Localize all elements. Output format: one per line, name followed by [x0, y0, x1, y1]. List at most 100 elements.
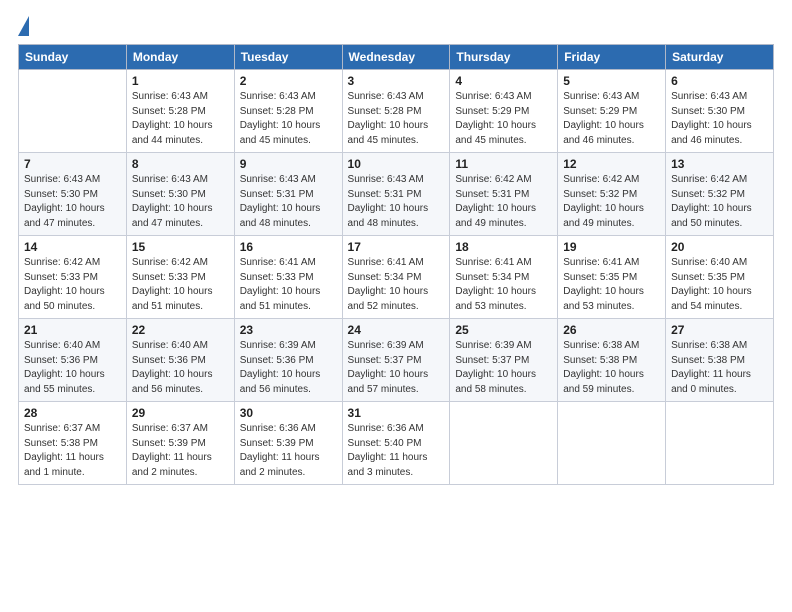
day-number: 6 [671, 74, 768, 88]
calendar-cell [666, 402, 774, 485]
day-info: Sunrise: 6:38 AM Sunset: 5:38 PM Dayligh… [671, 339, 768, 397]
calendar-cell: 1Sunrise: 6:43 AM Sunset: 5:28 PM Daylig… [126, 70, 234, 153]
day-number: 18 [455, 240, 552, 254]
day-number: 14 [24, 240, 121, 254]
calendar-cell: 17 Sunrise: 6:41 AM Sunset: 5:34 PM Dayli… [342, 236, 450, 319]
day-info: Sunrise: 6:38 AM Sunset: 5:38 PM Dayligh… [563, 339, 660, 397]
day-info: Sunrise: 6:43 AM Sunset: 5:30 PM Dayligh… [132, 173, 229, 231]
logo-icon [18, 16, 29, 36]
day-info: Sunrise: 6:43 AM Sunset: 5:30 PM Dayligh… [24, 173, 121, 231]
calendar-header-sunday: Sunday [19, 45, 127, 70]
calendar-header-tuesday: Tuesday [234, 45, 342, 70]
day-info: Sunrise: 6:43 AM Sunset: 5:31 PM Dayligh… [348, 173, 445, 231]
calendar-cell: 14Sunrise: 6:42 AM Sunset: 5:33 PM Dayli… [19, 236, 127, 319]
calendar-cell: 29 Sunrise: 6:37 AM Sunset: 5:39 PM Dayli… [126, 402, 234, 485]
calendar-cell: 7 Sunrise: 6:43 AM Sunset: 5:30 PM Daylig… [19, 153, 127, 236]
calendar-cell: 25Sunrise: 6:39 AM Sunset: 5:37 PM Dayli… [450, 319, 558, 402]
calendar-cell: 31Sunrise: 6:36 AM Sunset: 5:40 PM Dayli… [342, 402, 450, 485]
day-info: Sunrise: 6:41 AM Sunset: 5:34 PM Dayligh… [348, 256, 445, 314]
day-number: 24 [348, 323, 445, 337]
calendar-header-monday: Monday [126, 45, 234, 70]
calendar-cell: 30 Sunrise: 6:36 AM Sunset: 5:39 PM Dayli… [234, 402, 342, 485]
day-number: 16 [240, 240, 337, 254]
day-info: Sunrise: 6:40 AM Sunset: 5:35 PM Dayligh… [671, 256, 768, 314]
day-info: Sunrise: 6:42 AM Sunset: 5:33 PM Dayligh… [132, 256, 229, 314]
day-number: 10 [348, 157, 445, 171]
calendar-cell: 27Sunrise: 6:38 AM Sunset: 5:38 PM Dayli… [666, 319, 774, 402]
day-info: Sunrise: 6:43 AM Sunset: 5:31 PM Dayligh… [240, 173, 337, 231]
day-number: 29 [132, 406, 229, 420]
calendar-cell: 18 Sunrise: 6:41 AM Sunset: 5:34 PM Dayli… [450, 236, 558, 319]
day-info: Sunrise: 6:41 AM Sunset: 5:34 PM Dayligh… [455, 256, 552, 314]
day-number: 1 [132, 74, 229, 88]
day-number: 8 [132, 157, 229, 171]
day-number: 15 [132, 240, 229, 254]
day-info: Sunrise: 6:43 AM Sunset: 5:29 PM Dayligh… [563, 90, 660, 148]
calendar-cell: 16 Sunrise: 6:41 AM Sunset: 5:33 PM Dayli… [234, 236, 342, 319]
day-info: Sunrise: 6:36 AM Sunset: 5:40 PM Dayligh… [348, 422, 445, 480]
calendar-cell: 4 Sunrise: 6:43 AM Sunset: 5:29 PM Daylig… [450, 70, 558, 153]
calendar-cell: 11Sunrise: 6:42 AM Sunset: 5:31 PM Dayli… [450, 153, 558, 236]
calendar-cell: 28 Sunrise: 6:37 AM Sunset: 5:38 PM Dayli… [19, 402, 127, 485]
calendar-header-row: SundayMondayTuesdayWednesdayThursdayFrid… [19, 45, 774, 70]
calendar-cell: 24 Sunrise: 6:39 AM Sunset: 5:37 PM Dayli… [342, 319, 450, 402]
day-number: 26 [563, 323, 660, 337]
day-info: Sunrise: 6:43 AM Sunset: 5:28 PM Dayligh… [240, 90, 337, 148]
calendar-cell [450, 402, 558, 485]
calendar-cell: 19Sunrise: 6:41 AM Sunset: 5:35 PM Dayli… [558, 236, 666, 319]
calendar-week-row: 21 Sunrise: 6:40 AM Sunset: 5:36 PM Dayli… [19, 319, 774, 402]
day-info: Sunrise: 6:39 AM Sunset: 5:37 PM Dayligh… [348, 339, 445, 397]
calendar-cell: 22 Sunrise: 6:40 AM Sunset: 5:36 PM Dayli… [126, 319, 234, 402]
day-number: 22 [132, 323, 229, 337]
calendar-table: SundayMondayTuesdayWednesdayThursdayFrid… [18, 44, 774, 485]
calendar-cell: 10 Sunrise: 6:43 AM Sunset: 5:31 PM Dayli… [342, 153, 450, 236]
calendar-header-thursday: Thursday [450, 45, 558, 70]
day-number: 9 [240, 157, 337, 171]
day-info: Sunrise: 6:36 AM Sunset: 5:39 PM Dayligh… [240, 422, 337, 480]
day-number: 20 [671, 240, 768, 254]
day-number: 21 [24, 323, 121, 337]
day-info: Sunrise: 6:37 AM Sunset: 5:39 PM Dayligh… [132, 422, 229, 480]
day-number: 12 [563, 157, 660, 171]
day-number: 30 [240, 406, 337, 420]
calendar-cell: 21 Sunrise: 6:40 AM Sunset: 5:36 PM Dayli… [19, 319, 127, 402]
calendar-week-row: 1 Sunrise: 6:43 AM Sunset: 5:28 PM Daylig… [19, 70, 774, 153]
calendar-week-row: 14 Sunrise: 6:42 AM Sunset: 5:33 PM Dayli… [19, 236, 774, 319]
day-info: Sunrise: 6:37 AM Sunset: 5:38 PM Dayligh… [24, 422, 121, 480]
calendar-header-friday: Friday [558, 45, 666, 70]
calendar-cell: 20 Sunrise: 6:40 AM Sunset: 5:35 PM Dayli… [666, 236, 774, 319]
day-info: Sunrise: 6:43 AM Sunset: 5:28 PM Dayligh… [348, 90, 445, 148]
day-info: Sunrise: 6:42 AM Sunset: 5:31 PM Dayligh… [455, 173, 552, 231]
calendar-cell: 12 Sunrise: 6:42 AM Sunset: 5:32 PM Dayli… [558, 153, 666, 236]
calendar-week-row: 7 Sunrise: 6:43 AM Sunset: 5:30 PM Daylig… [19, 153, 774, 236]
calendar-cell: 6 Sunrise: 6:43 AM Sunset: 5:30 PM Daylig… [666, 70, 774, 153]
day-info: Sunrise: 6:40 AM Sunset: 5:36 PM Dayligh… [132, 339, 229, 397]
calendar-cell: 26 Sunrise: 6:38 AM Sunset: 5:38 PM Dayli… [558, 319, 666, 402]
day-info: Sunrise: 6:41 AM Sunset: 5:33 PM Dayligh… [240, 256, 337, 314]
calendar-cell [558, 402, 666, 485]
calendar-cell: 13Sunrise: 6:42 AM Sunset: 5:32 PM Dayli… [666, 153, 774, 236]
day-info: Sunrise: 6:41 AM Sunset: 5:35 PM Dayligh… [563, 256, 660, 314]
page-header [18, 18, 774, 36]
calendar-cell [19, 70, 127, 153]
calendar-cell: 5 Sunrise: 6:43 AM Sunset: 5:29 PM Daylig… [558, 70, 666, 153]
calendar-cell: 3Sunrise: 6:43 AM Sunset: 5:28 PM Daylig… [342, 70, 450, 153]
logo [18, 18, 33, 36]
day-info: Sunrise: 6:42 AM Sunset: 5:32 PM Dayligh… [671, 173, 768, 231]
day-number: 28 [24, 406, 121, 420]
calendar-header-wednesday: Wednesday [342, 45, 450, 70]
day-number: 2 [240, 74, 337, 88]
calendar-cell: 9 Sunrise: 6:43 AM Sunset: 5:31 PM Daylig… [234, 153, 342, 236]
calendar-header-saturday: Saturday [666, 45, 774, 70]
day-info: Sunrise: 6:42 AM Sunset: 5:32 PM Dayligh… [563, 173, 660, 231]
day-info: Sunrise: 6:39 AM Sunset: 5:36 PM Dayligh… [240, 339, 337, 397]
day-number: 17 [348, 240, 445, 254]
day-number: 4 [455, 74, 552, 88]
day-info: Sunrise: 6:40 AM Sunset: 5:36 PM Dayligh… [24, 339, 121, 397]
day-info: Sunrise: 6:39 AM Sunset: 5:37 PM Dayligh… [455, 339, 552, 397]
day-info: Sunrise: 6:43 AM Sunset: 5:29 PM Dayligh… [455, 90, 552, 148]
day-number: 7 [24, 157, 121, 171]
calendar-week-row: 28 Sunrise: 6:37 AM Sunset: 5:38 PM Dayli… [19, 402, 774, 485]
day-number: 5 [563, 74, 660, 88]
day-info: Sunrise: 6:43 AM Sunset: 5:30 PM Dayligh… [671, 90, 768, 148]
